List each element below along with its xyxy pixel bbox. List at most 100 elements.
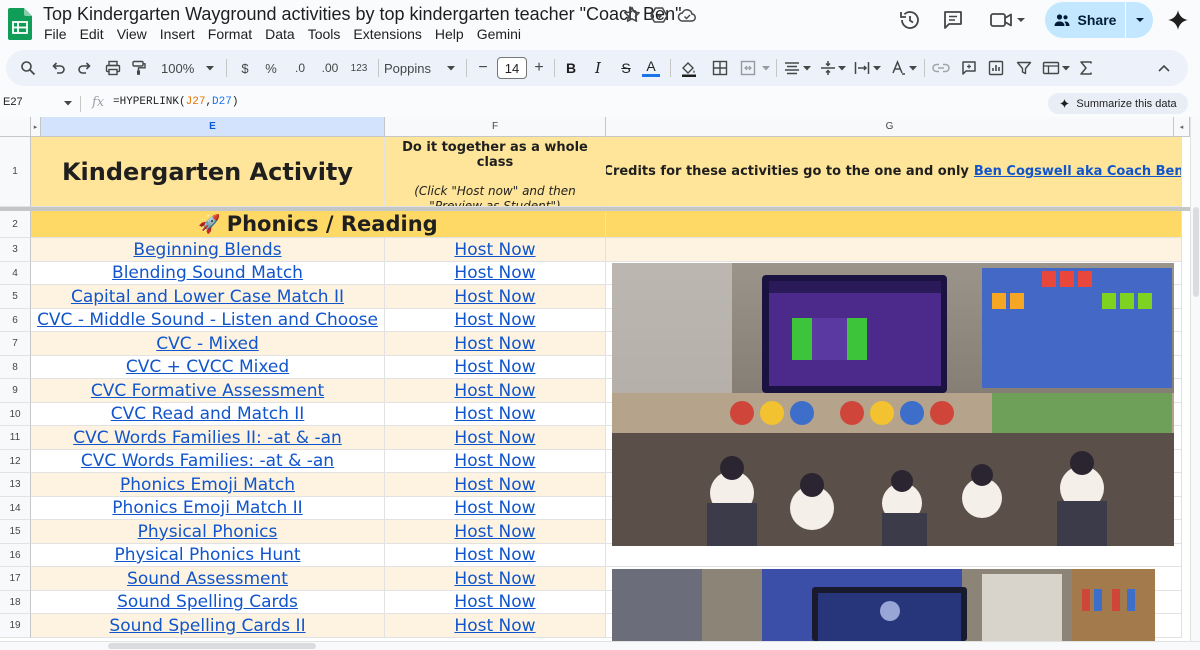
row-header[interactable]: 1 <box>0 137 31 207</box>
hidden-columns-left-arrow-icon[interactable]: ◂ <box>1174 117 1190 137</box>
italic-button[interactable]: I <box>588 58 608 78</box>
filter-views-icon[interactable] <box>1040 58 1062 78</box>
activity-cell[interactable]: Beginning Blends <box>31 238 385 262</box>
star-icon[interactable] <box>622 5 642 25</box>
activity-link[interactable]: CVC Formative Assessment <box>31 379 384 402</box>
column-header-f[interactable]: F <box>385 117 606 137</box>
host-cell[interactable]: Host Now <box>385 450 606 473</box>
host-now-link[interactable]: Host Now <box>385 238 605 261</box>
host-cell[interactable]: Host Now <box>385 426 606 450</box>
activity-cell[interactable]: Phonics Emoji Match <box>31 473 385 497</box>
activity-cell[interactable]: Capital and Lower Case Match II <box>31 285 385 309</box>
cloud-saved-icon[interactable] <box>677 5 697 25</box>
activity-cell[interactable]: CVC Words Families II: -at & -an <box>31 426 385 450</box>
activity-link[interactable]: Phonics Emoji Match II <box>31 497 384 519</box>
activity-cell[interactable]: CVC Read and Match II <box>31 403 385 426</box>
section-title-cell[interactable]: 🚀 Phonics / Reading <box>31 211 606 238</box>
row-header[interactable]: 4 <box>0 262 31 285</box>
insert-link-icon[interactable] <box>931 58 951 78</box>
row-header[interactable]: 3 <box>0 238 31 262</box>
host-now-link[interactable]: Host Now <box>385 309 605 331</box>
vertical-align-icon[interactable] <box>818 58 838 78</box>
host-now-link[interactable]: Host Now <box>385 450 605 472</box>
row-header[interactable]: 10 <box>0 403 31 426</box>
name-box-caret-icon[interactable] <box>64 101 72 106</box>
text-wrapping-caret-icon[interactable] <box>872 58 882 78</box>
row-header[interactable]: 7 <box>0 332 31 356</box>
row-header[interactable]: 13 <box>0 473 31 497</box>
activity-link[interactable]: CVC - Mixed <box>31 332 384 355</box>
row-header[interactable]: 2 <box>0 211 31 238</box>
percent-format-button[interactable]: % <box>260 58 282 78</box>
search-menus-icon[interactable] <box>18 58 38 78</box>
gemini-icon[interactable] <box>1166 8 1190 32</box>
activity-cell[interactable]: CVC - Middle Sound - Listen and Choose <box>31 309 385 332</box>
row-header[interactable]: 18 <box>0 591 31 614</box>
hide-menus-chevron-up-icon[interactable] <box>1154 58 1174 78</box>
host-cell[interactable]: Host Now <box>385 262 606 285</box>
vertical-scroll-thumb[interactable] <box>1193 207 1199 297</box>
zoom-caret-icon[interactable] <box>205 58 215 78</box>
activity-cell[interactable]: CVC + CVCC Mixed <box>31 356 385 379</box>
menu-edit[interactable]: Edit <box>80 25 110 43</box>
activity-link[interactable]: CVC Words Families II: -at & -an <box>31 426 384 449</box>
activity-link[interactable]: Physical Phonics <box>31 520 384 543</box>
row-header[interactable]: 14 <box>0 497 31 520</box>
activity-cell[interactable]: CVC - Mixed <box>31 332 385 356</box>
host-now-link[interactable]: Host Now <box>385 262 605 284</box>
host-now-link[interactable]: Host Now <box>385 379 605 402</box>
row-header[interactable]: 16 <box>0 544 31 567</box>
vertical-align-caret-icon[interactable] <box>837 58 847 78</box>
merge-cells-icon[interactable] <box>737 58 759 78</box>
host-cell[interactable]: Host Now <box>385 591 606 614</box>
row-header[interactable]: 17 <box>0 567 31 591</box>
host-cell[interactable]: Host Now <box>385 614 606 638</box>
print-icon[interactable] <box>103 58 123 78</box>
host-now-link[interactable]: Host Now <box>385 403 605 425</box>
host-cell[interactable]: Host Now <box>385 332 606 356</box>
host-cell[interactable]: Host Now <box>385 356 606 379</box>
header-together-cell[interactable]: Do it together as a whole class (Click "… <box>385 137 606 207</box>
activity-link[interactable]: CVC - Middle Sound - Listen and Choose <box>31 309 384 331</box>
host-cell[interactable]: Host Now <box>385 285 606 309</box>
comments-icon[interactable] <box>941 8 965 32</box>
move-to-drive-icon[interactable] <box>649 5 669 25</box>
activity-cell[interactable]: Phonics Emoji Match II <box>31 497 385 520</box>
host-now-link[interactable]: Host Now <box>385 614 605 637</box>
activity-link[interactable]: Physical Phonics Hunt <box>31 544 384 566</box>
summarize-data-button[interactable]: Summarize this data <box>1048 93 1188 114</box>
strikethrough-button[interactable]: S <box>616 58 636 78</box>
text-wrapping-icon[interactable] <box>852 58 872 78</box>
column-header-g[interactable]: G <box>606 117 1174 137</box>
text-color-button[interactable]: A <box>640 58 662 78</box>
activity-cell[interactable]: Sound Spelling Cards II <box>31 614 385 638</box>
horizontal-align-caret-icon[interactable] <box>802 58 812 78</box>
activity-link[interactable]: Sound Spelling Cards II <box>31 614 384 637</box>
row-header[interactable]: 8 <box>0 356 31 379</box>
host-now-link[interactable]: Host Now <box>385 426 605 449</box>
host-cell[interactable]: Host Now <box>385 238 606 262</box>
host-now-link[interactable]: Host Now <box>385 356 605 378</box>
google-sheets-logo-icon[interactable] <box>8 8 32 40</box>
text-rotation-icon[interactable] <box>888 58 908 78</box>
menu-insert[interactable]: Insert <box>160 25 201 43</box>
row-header[interactable]: 6 <box>0 309 31 332</box>
activity-link[interactable]: Capital and Lower Case Match II <box>31 285 384 308</box>
host-cell[interactable]: Host Now <box>385 403 606 426</box>
activity-link[interactable]: Beginning Blends <box>31 238 384 261</box>
activity-cell[interactable]: Physical Phonics <box>31 520 385 544</box>
text-rotation-caret-icon[interactable] <box>908 58 918 78</box>
font-size-input[interactable]: 14 <box>497 57 527 79</box>
host-cell[interactable]: Host Now <box>385 567 606 591</box>
filter-views-caret-icon[interactable] <box>1061 58 1071 78</box>
increase-font-size-button[interactable]: + <box>530 58 548 78</box>
menu-view[interactable]: View <box>117 25 153 43</box>
activity-link[interactable]: Blending Sound Match <box>31 262 384 284</box>
share-button[interactable]: Share <box>1045 2 1125 38</box>
number-format-button[interactable]: 123 <box>347 58 371 78</box>
activity-cell[interactable]: Sound Spelling Cards <box>31 591 385 614</box>
host-cell[interactable]: Host Now <box>385 309 606 332</box>
activity-cell[interactable]: Blending Sound Match <box>31 262 385 285</box>
fill-color-icon[interactable] <box>678 58 700 78</box>
horizontal-scrollbar[interactable] <box>0 641 1200 650</box>
